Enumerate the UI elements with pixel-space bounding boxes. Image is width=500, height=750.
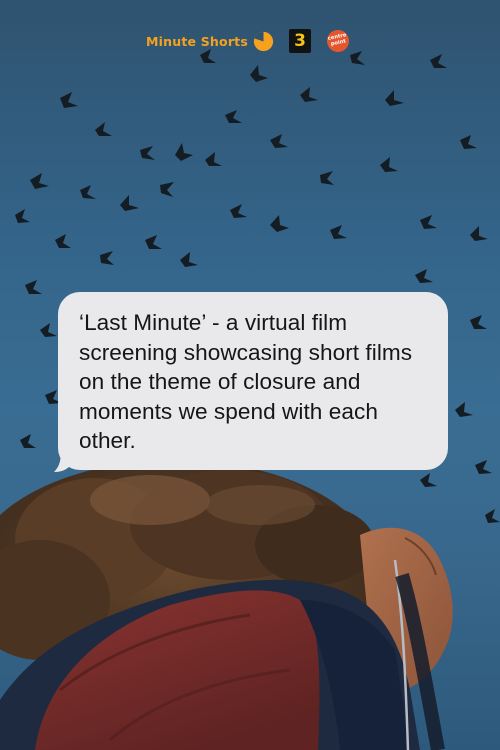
bird: [430, 54, 447, 68]
bird: [180, 252, 198, 267]
bird: [15, 209, 30, 223]
bird: [20, 434, 36, 448]
bird: [100, 251, 114, 265]
b-logo-badge: 3: [289, 29, 311, 53]
bird: [380, 157, 398, 172]
bird: [250, 65, 268, 82]
bird: [420, 215, 437, 229]
bird: [270, 215, 289, 232]
bird: [385, 90, 404, 106]
bird: [40, 323, 57, 337]
bird: [225, 110, 242, 123]
message-text: ‘Last Minute’ - a virtual film screening…: [79, 310, 413, 453]
bird: [300, 87, 318, 102]
poster: Minute Shorts 3 centre point ‘Last Minut…: [0, 0, 500, 750]
bird: [460, 135, 477, 149]
bird: [80, 185, 96, 199]
bird: [25, 280, 42, 294]
bird: [475, 460, 492, 474]
bird: [320, 171, 334, 185]
bird: [140, 146, 155, 160]
bird: [120, 195, 139, 211]
bird: [175, 143, 193, 161]
logo-bar: Minute Shorts 3 centre point: [146, 24, 352, 58]
centrepoint-logo: centre point: [324, 27, 352, 55]
chat-message-bubble: ‘Last Minute’ - a virtual film screening…: [58, 292, 448, 470]
bird: [470, 315, 487, 329]
bird: [330, 225, 347, 239]
bird: [485, 509, 500, 523]
bird: [160, 182, 174, 197]
bird: [55, 234, 71, 248]
bird: [415, 269, 433, 283]
bird: [470, 226, 488, 241]
bird: [30, 173, 49, 189]
bird: [230, 204, 247, 218]
bird: [95, 122, 112, 136]
orange-clock-pie-icon: [253, 31, 274, 51]
bird: [205, 152, 222, 166]
bird: [420, 473, 437, 487]
bird: [270, 134, 288, 148]
b-logo-mark: 3: [294, 30, 306, 51]
minute-shorts-wordmark: Minute Shorts: [146, 33, 248, 49]
bird: [145, 235, 162, 249]
bird: [350, 51, 365, 65]
bird: [455, 402, 473, 417]
bird: [60, 92, 78, 108]
centrepoint-line2: point: [330, 38, 347, 48]
